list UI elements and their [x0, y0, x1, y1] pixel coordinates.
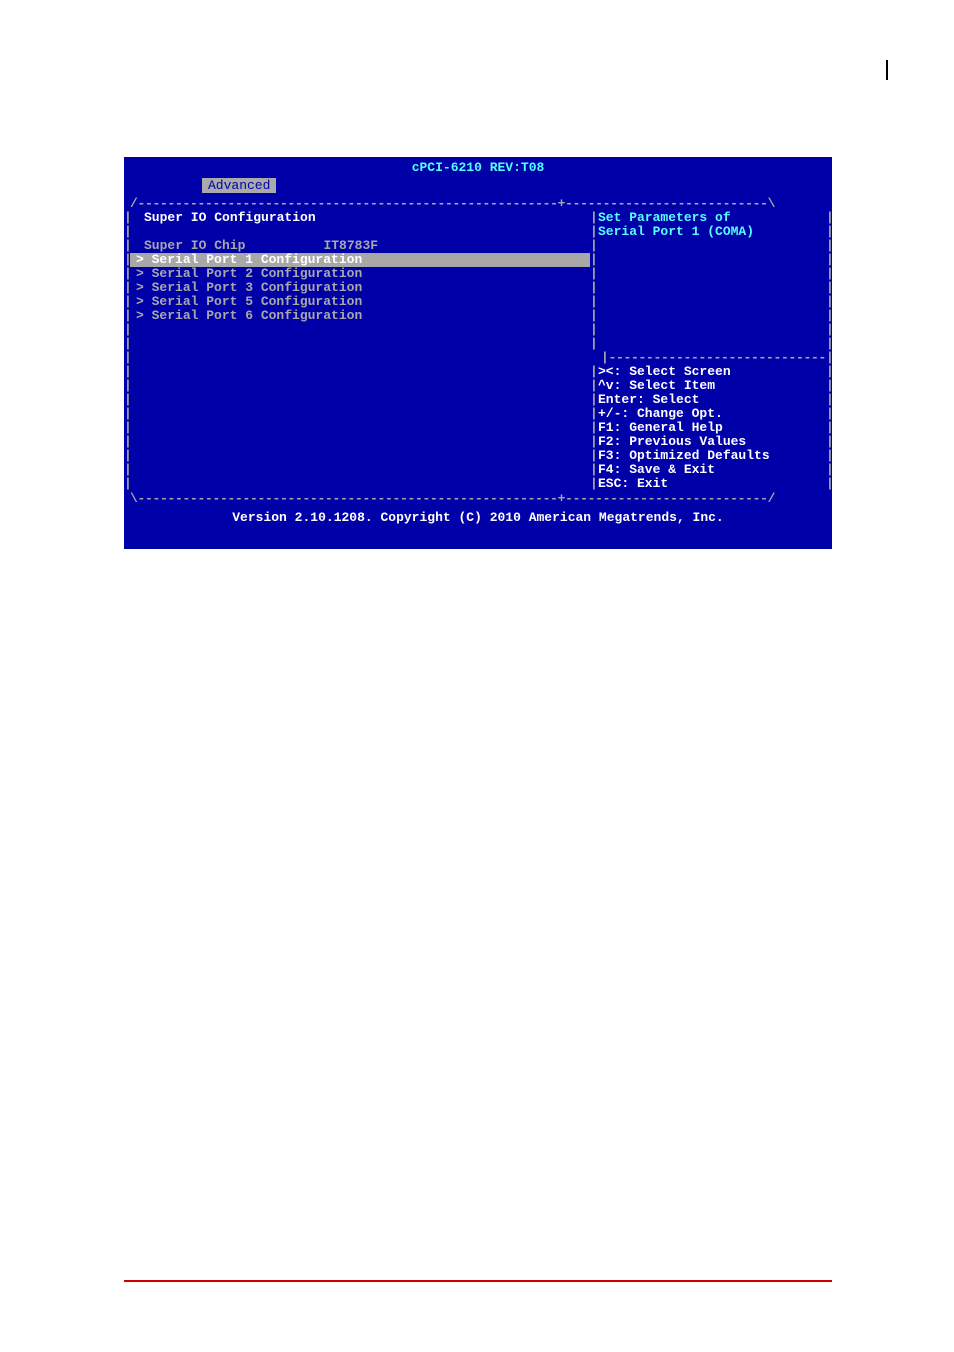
footer-version: Version 2.10.1208. Copyright (C) 2010 Am…: [124, 506, 832, 529]
panel-heading: Super IO Configuration: [130, 211, 590, 221]
border-pipe: |: [826, 407, 832, 421]
key-f3-defaults: F3: Optimized Defaults: [596, 449, 826, 463]
border-pipe: |: [826, 393, 832, 407]
border-pipe: |: [826, 309, 832, 323]
border-pipe: |: [826, 239, 832, 253]
border-pipe: |: [826, 477, 832, 491]
border-pipe: |: [826, 267, 832, 281]
key-select-item: ^v: Select Item: [596, 379, 826, 393]
key-f1-help: F1: General Help: [596, 421, 826, 435]
border-pipe: |: [826, 463, 832, 477]
help-text-line2: Serial Port 1 (COMA): [596, 225, 826, 239]
border-pipe: |: [826, 225, 832, 239]
border-pipe: |: [826, 211, 832, 225]
border-pipe: |: [826, 281, 832, 295]
menu-serial-port-1[interactable]: > Serial Port 1 Configuration: [130, 253, 590, 267]
border-pipe: |: [826, 323, 832, 337]
content-area: | Super IO Configuration | Set Parameter…: [124, 211, 832, 491]
bios-setup-screen: cPCI-6210 REV:T08 Advanced /------------…: [124, 157, 832, 549]
key-select-screen: ><: Select Screen: [596, 365, 826, 379]
border-bottom: \---------------------------------------…: [124, 491, 832, 506]
bios-title: cPCI-6210 REV:T08: [124, 157, 832, 178]
tab-advanced[interactable]: Advanced: [202, 178, 276, 193]
menu-serial-port-2[interactable]: > Serial Port 2 Configuration: [130, 267, 590, 281]
border-top: /---------------------------------------…: [124, 196, 832, 211]
border-pipe: |: [826, 337, 832, 351]
key-enter-select: Enter: Select: [596, 393, 826, 407]
page-footer-divider: [124, 1280, 832, 1282]
key-esc-exit: ESC: Exit: [596, 477, 826, 491]
border-pipe: |: [826, 421, 832, 435]
help-text-line1: Set Parameters of: [596, 211, 826, 225]
key-change-opt: +/-: Change Opt.: [596, 407, 826, 421]
border-pipe: |: [826, 351, 832, 365]
text-cursor: [886, 60, 888, 80]
tab-bar: Advanced: [124, 178, 832, 196]
key-f2-previous: F2: Previous Values: [596, 435, 826, 449]
menu-serial-port-6[interactable]: > Serial Port 6 Configuration: [130, 309, 590, 323]
border-pipe: |: [826, 365, 832, 379]
border-pipe: |: [826, 449, 832, 463]
border-pipe: |: [826, 295, 832, 309]
menu-serial-port-3[interactable]: > Serial Port 3 Configuration: [130, 281, 590, 295]
chip-info: Super IO Chip IT8783F: [130, 239, 590, 253]
border-mid: |-----------------------------: [601, 351, 826, 365]
key-f4-save: F4: Save & Exit: [596, 463, 826, 477]
border-pipe: |: [826, 253, 832, 267]
border-pipe: |: [826, 379, 832, 393]
border-pipe: |: [826, 435, 832, 449]
menu-serial-port-5[interactable]: > Serial Port 5 Configuration: [130, 295, 590, 309]
